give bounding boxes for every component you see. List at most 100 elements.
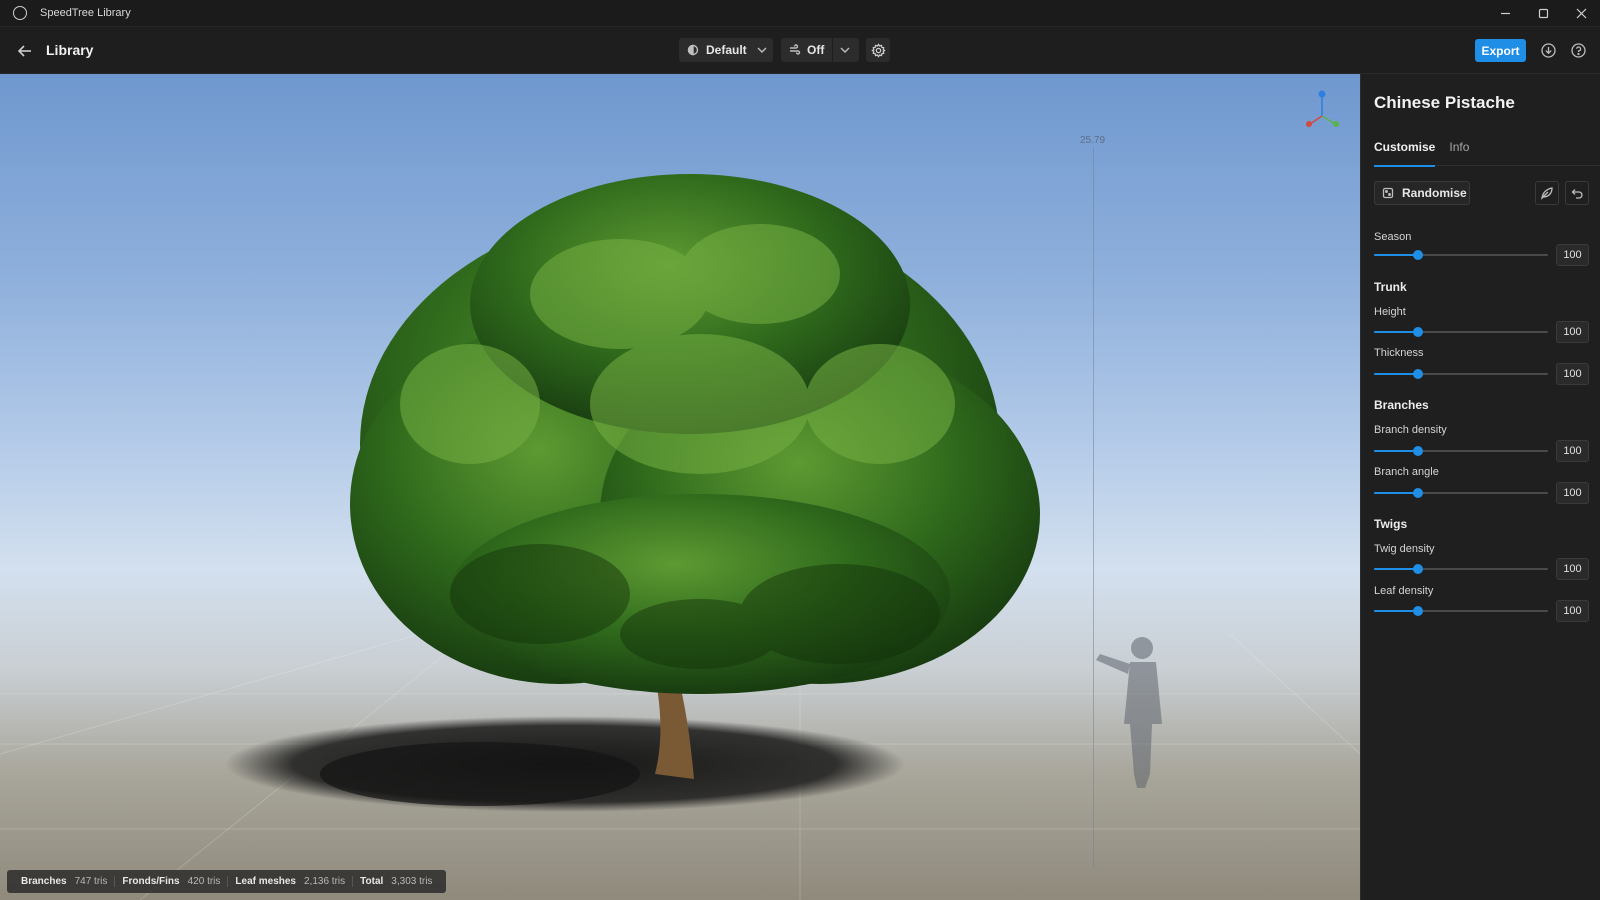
minimize-button[interactable]: [1486, 0, 1524, 27]
tree-render: [225, 174, 1162, 812]
slider-fill: [1374, 568, 1418, 570]
param-label-height: Height: [1374, 306, 1406, 318]
triangle-stats-bar: Branches 747 tris Fronds/Fins 420 tris L…: [7, 870, 447, 893]
close-window-button[interactable]: [1562, 0, 1600, 27]
sun-icon: [687, 44, 699, 56]
wind-label: Off: [807, 43, 825, 57]
wind-icon: [790, 44, 801, 55]
viewport-settings-button[interactable]: [866, 38, 890, 62]
dice-icon: [1382, 187, 1394, 199]
maximize-icon: [1538, 8, 1548, 19]
slider-thumb[interactable]: [1413, 446, 1423, 456]
chevron-down-icon: [840, 47, 850, 53]
height-readout: 25.79: [1080, 135, 1106, 146]
window-titlebar: SpeedTree Library: [0, 0, 1600, 27]
season-value[interactable]: 100: [1556, 244, 1589, 266]
branch-density-value[interactable]: 100: [1556, 440, 1589, 462]
slider-fill: [1374, 450, 1418, 452]
undo-button[interactable]: [1565, 181, 1589, 205]
slider-thumb[interactable]: [1413, 564, 1423, 574]
height-value[interactable]: 100: [1556, 321, 1589, 343]
axis-gizmo[interactable]: [1300, 86, 1344, 130]
stat-value: 2,136 tris: [304, 876, 346, 887]
slider-fill: [1374, 373, 1418, 375]
page-title: Library: [46, 42, 94, 58]
stat-label: Fronds/Fins: [122, 876, 180, 887]
slider-thumb[interactable]: [1413, 250, 1423, 260]
species-title: Chinese Pistache: [1374, 93, 1515, 112]
leaf-icon: [1541, 187, 1553, 200]
slider-thumb[interactable]: [1413, 327, 1423, 337]
download-icon: [1541, 43, 1556, 58]
branch-angle-slider[interactable]: [1374, 488, 1548, 498]
twig-density-value[interactable]: 100: [1556, 558, 1589, 580]
window-title: SpeedTree Library: [40, 7, 131, 19]
maximize-button[interactable]: [1524, 0, 1562, 27]
param-label-season: Season: [1374, 231, 1412, 243]
wind-dropdown: Off: [781, 38, 859, 62]
tab-customise[interactable]: Customise: [1374, 140, 1436, 167]
stat-branches: Branches 747 tris: [14, 876, 114, 887]
slider-thumb[interactable]: [1413, 488, 1423, 498]
slider-fill: [1374, 254, 1418, 256]
param-label-leaf-density: Leaf density: [1374, 585, 1434, 597]
slider-thumb[interactable]: [1413, 369, 1423, 379]
twig-density-slider[interactable]: [1374, 564, 1548, 574]
stat-value: 3,303 tris: [391, 876, 433, 887]
lighting-label: Default: [706, 43, 747, 57]
arrow-left-icon: [17, 45, 31, 57]
slider-thumb[interactable]: [1413, 606, 1423, 616]
height-measure-line: [1093, 147, 1094, 867]
gear-icon: [870, 42, 886, 58]
param-label-branch-angle: Branch angle: [1374, 466, 1439, 478]
app-logo-icon: [13, 6, 27, 20]
wind-toggle-button[interactable]: Off: [781, 38, 832, 62]
stat-total: Total 3,303 tris: [352, 876, 439, 887]
stat-label: Total: [360, 876, 384, 887]
section-title-trunk: Trunk: [1374, 280, 1407, 294]
stat-leaf-meshes: Leaf meshes 2,136 tris: [227, 876, 352, 887]
stat-value: 747 tris: [74, 876, 108, 887]
help-button[interactable]: [1570, 42, 1587, 59]
param-label-twig-density: Twig density: [1374, 543, 1435, 555]
param-label-thickness: Thickness: [1374, 347, 1424, 359]
undo-icon: [1571, 189, 1583, 199]
toolbar: Library Default Off Export: [0, 27, 1600, 74]
export-button[interactable]: Export: [1475, 39, 1526, 62]
leaf-density-slider[interactable]: [1374, 606, 1548, 616]
randomise-label: Randomise: [1402, 186, 1467, 200]
wind-options-button[interactable]: [833, 38, 857, 62]
branch-angle-value[interactable]: 100: [1556, 482, 1589, 504]
stat-value: 420 tris: [187, 876, 221, 887]
season-slider[interactable]: [1374, 250, 1548, 260]
section-title-branches: Branches: [1374, 398, 1429, 412]
thickness-slider[interactable]: [1374, 369, 1548, 379]
section-title-twigs: Twigs: [1374, 517, 1408, 531]
branch-density-slider[interactable]: [1374, 446, 1548, 456]
lighting-dropdown[interactable]: Default: [679, 38, 773, 62]
minimize-icon: [1500, 12, 1510, 15]
close-icon: [1576, 8, 1586, 19]
chevron-down-icon: [757, 47, 767, 53]
help-icon: [1571, 43, 1586, 58]
stat-label: Branches: [21, 876, 67, 887]
stat-label: Leaf meshes: [235, 876, 296, 887]
customise-panel: Chinese Pistache Customise Info Randomis…: [1360, 74, 1600, 900]
back-button[interactable]: [16, 42, 34, 60]
slider-fill: [1374, 492, 1418, 494]
leaf-density-value[interactable]: 100: [1556, 600, 1589, 622]
download-button[interactable]: [1540, 42, 1557, 59]
panel-tabs: Customise Info: [1374, 140, 1600, 167]
stat-fronds-fins: Fronds/Fins 420 tris: [114, 876, 227, 887]
lighting-select[interactable]: Default: [679, 38, 776, 62]
3d-viewport[interactable]: 25.79 Branches 747 tris Fronds/Fins 420 …: [0, 74, 1360, 900]
randomise-button[interactable]: Randomise: [1374, 181, 1470, 205]
height-slider[interactable]: [1374, 327, 1548, 337]
slider-fill: [1374, 331, 1418, 333]
tab-info[interactable]: Info: [1449, 140, 1469, 166]
slider-fill: [1374, 610, 1418, 612]
window-controls: [1486, 0, 1600, 27]
param-label-branch-density: Branch density: [1374, 424, 1447, 436]
thickness-value[interactable]: 100: [1556, 363, 1589, 385]
reset-seed-button[interactable]: [1535, 181, 1559, 205]
